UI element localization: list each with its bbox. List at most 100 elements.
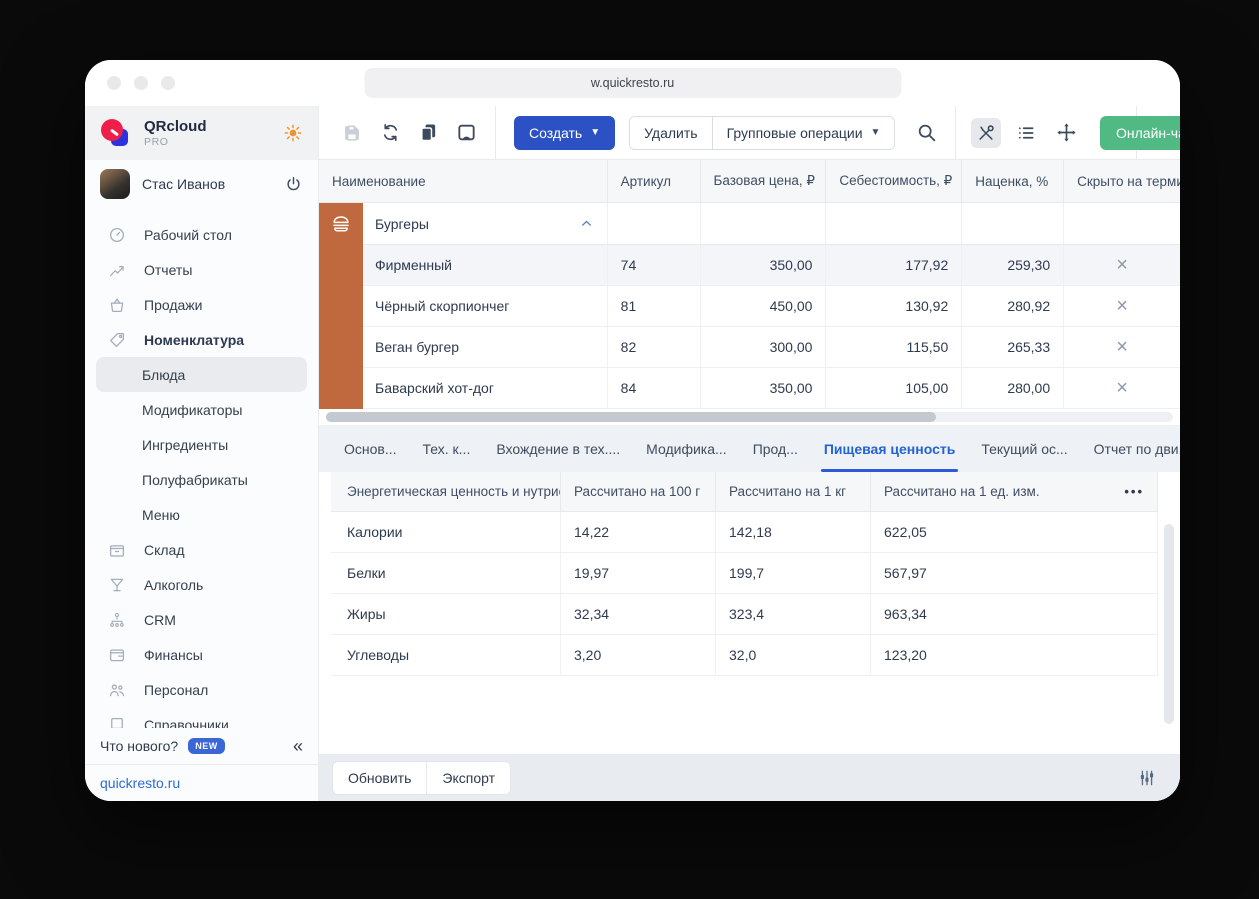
column-header[interactable]: Рассчитано на 1 ед. изм.••• (871, 472, 1158, 511)
sku-cell: 82 (608, 327, 701, 367)
terminal-icon[interactable] (455, 122, 477, 144)
sidebar-item[interactable]: Склад (96, 532, 307, 567)
sidebar-item[interactable]: Модификаторы (96, 392, 307, 427)
sidebar-item-label: Персонал (144, 682, 208, 698)
column-menu-icon[interactable]: ••• (1124, 484, 1144, 499)
sidebar-item[interactable]: CRM (96, 602, 307, 637)
cost-cell: 177,92 (826, 245, 962, 285)
tab[interactable]: Основ... (331, 425, 410, 472)
sidebar-item[interactable]: Меню (96, 497, 307, 532)
nutrient-name-cell: Калории (331, 512, 561, 552)
hidden-on-terminal-toggle[interactable]: × (1064, 368, 1180, 408)
sidebar-item-label: Склад (144, 542, 185, 558)
table-row[interactable]: Веган бургер82300,00115,50265,33× (319, 327, 1180, 368)
toolbar: Создать▼ Удалить Групповые операции▼ ? (319, 106, 1180, 160)
filter-sliders-icon[interactable] (1137, 768, 1157, 788)
group-row[interactable]: Бургеры (319, 203, 1180, 245)
nutrition-table-header: Энергетическая ценность и нутриентыРассч… (331, 472, 1158, 512)
sidebar-nav: Рабочий столОтчетыПродажи Номенклатура Блю… (85, 208, 318, 801)
theme-sun-icon[interactable] (283, 123, 303, 143)
scrollbar-thumb[interactable] (326, 412, 936, 422)
column-header[interactable]: Наименование (319, 160, 608, 202)
nutrition-panel-body: Энергетическая ценность и нутриентыРассч… (319, 472, 1180, 754)
site-link[interactable]: quickresto.ru (85, 764, 318, 801)
sidebar-item[interactable]: Отчеты (96, 252, 307, 287)
tab[interactable]: Отчет по дви... (1081, 425, 1180, 472)
detail-tabs: Основ...Тех. к...Вхождение в тех....Моди… (319, 425, 1180, 472)
sidebar-item[interactable]: Номенклатура (96, 322, 307, 357)
tab[interactable]: Пищевая ценность (811, 425, 968, 472)
sidebar-item-label: Номенклатура (144, 332, 244, 348)
move-icon[interactable] (1051, 118, 1081, 148)
logout-power-icon[interactable] (284, 175, 303, 194)
column-header[interactable]: Рассчитано на 100 г (561, 472, 716, 511)
export-button[interactable]: Экспорт (427, 762, 510, 794)
user-name: Стас Иванов (142, 176, 225, 192)
sidebar-item[interactable]: Ингредиенты (96, 427, 307, 462)
chevron-up-icon[interactable] (579, 216, 594, 231)
hidden-on-terminal-toggle[interactable]: × (1064, 245, 1180, 285)
tab[interactable]: Тех. к... (410, 425, 484, 472)
window-maximize-button[interactable] (161, 76, 175, 90)
tab[interactable]: Текущий ос... (968, 425, 1080, 472)
sidebar-item[interactable]: Финансы (96, 637, 307, 672)
column-header[interactable]: Наценка, % (962, 160, 1064, 202)
nutrition-row[interactable]: Белки19,97199,7567,97 (331, 553, 1158, 594)
table-row[interactable]: Чёрный скорпиончег81450,00130,92280,92× (319, 286, 1180, 327)
column-header[interactable]: Артикул (608, 160, 701, 202)
staff-icon (107, 680, 127, 700)
online-chat-button[interactable]: Онлайн-чат (1100, 116, 1180, 150)
tools-icon[interactable] (971, 118, 1001, 148)
hidden-on-terminal-toggle[interactable]: × (1064, 327, 1180, 367)
divider (955, 106, 956, 160)
sidebar-item[interactable]: Алкоголь (96, 567, 307, 602)
sidebar-item[interactable]: Блюда (96, 357, 307, 392)
hidden-on-terminal-toggle[interactable]: × (1064, 286, 1180, 326)
horizontal-scrollbar[interactable] (319, 409, 1180, 425)
window-minimize-button[interactable] (134, 76, 148, 90)
table-row[interactable]: Фирменный74350,00177,92259,30× (319, 245, 1180, 286)
sidebar-item[interactable]: Рабочий стол (96, 217, 307, 252)
list-icon[interactable] (1011, 118, 1041, 148)
per-100g-cell: 32,34 (561, 594, 716, 634)
browser-chrome: w.quickresto.ru (85, 60, 1180, 106)
sidebar-item[interactable]: Персонал (96, 672, 307, 707)
group-operations-button[interactable]: Групповые операции▼ (713, 117, 895, 149)
nutrition-row[interactable]: Жиры32,34323,4963,34 (331, 594, 1158, 635)
sidebar-item[interactable]: Продажи (96, 287, 307, 322)
create-button[interactable]: Создать▼ (514, 116, 615, 150)
base-price-cell: 350,00 (701, 245, 827, 285)
column-header[interactable]: Скрыто на терминале (1064, 160, 1180, 202)
dashboard-icon (107, 225, 127, 245)
sidebar-item[interactable]: Полуфабрикаты (96, 462, 307, 497)
dishes-table: НаименованиеАртикулБазовая цена, ₽Себест… (319, 160, 1180, 409)
tab[interactable]: Модифика... (633, 425, 740, 472)
per-kg-cell: 32,0 (716, 635, 871, 675)
table-row[interactable]: Баварский хот-дог84350,00105,00280,00× (319, 368, 1180, 409)
tab[interactable]: Прод... (740, 425, 811, 472)
window-controls[interactable] (107, 76, 175, 90)
column-header[interactable]: Базовая цена, ₽ (701, 160, 827, 202)
address-bar[interactable]: w.quickresto.ru (364, 68, 901, 98)
nutrition-row[interactable]: Калории14,22142,18622,05 (331, 512, 1158, 553)
column-header[interactable]: Энергетическая ценность и нутриенты (331, 472, 561, 511)
sidebar-item-label: Финансы (144, 647, 203, 663)
tab[interactable]: Вхождение в тех.... (483, 425, 633, 472)
user-row[interactable]: Стас Иванов (85, 160, 318, 208)
crm-icon (107, 610, 127, 630)
refresh-icon[interactable] (379, 122, 401, 144)
copy-icon[interactable] (417, 122, 439, 144)
divider (495, 106, 496, 160)
column-header[interactable]: Себестоимость, ₽ (826, 160, 962, 202)
column-header[interactable]: Рассчитано на 1 кг (716, 472, 871, 511)
whats-new-row[interactable]: Что нового? NEW « (85, 728, 318, 764)
chevron-down-icon: ▼ (590, 128, 600, 138)
sales-icon (107, 295, 127, 315)
search-icon[interactable] (915, 122, 937, 144)
delete-button[interactable]: Удалить (630, 117, 711, 149)
refresh-button[interactable]: Обновить (333, 762, 426, 794)
vertical-scrollbar[interactable] (1164, 524, 1174, 724)
window-close-button[interactable] (107, 76, 121, 90)
nutrition-row[interactable]: Углеводы3,2032,0123,20 (331, 635, 1158, 676)
collapse-sidebar-icon[interactable]: « (293, 737, 303, 755)
